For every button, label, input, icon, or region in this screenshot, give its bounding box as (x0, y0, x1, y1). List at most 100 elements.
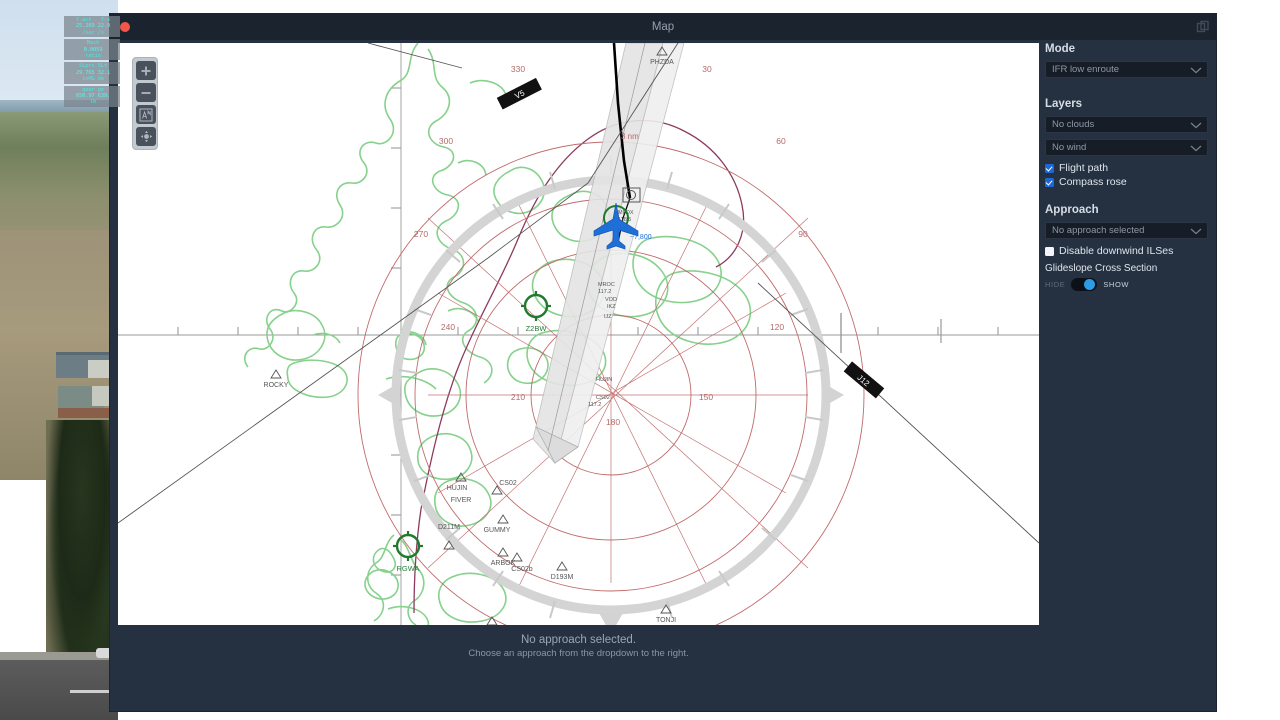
instrument-value: 0.0059 (83, 46, 103, 53)
approach-header: Approach (1045, 204, 1099, 216)
svg-text:ROCKY: ROCKY (264, 382, 289, 389)
svg-text:120: 120 (770, 322, 784, 332)
svg-text:180: 180 (606, 417, 620, 427)
vor-label: Z2BW (526, 324, 548, 333)
instrument-readout: f-act f-s 25.269 22.9 /sec /s Mach 0.005… (64, 16, 120, 109)
chevron-down-icon (1190, 145, 1202, 152)
svg-text:CS02: CS02 (499, 480, 517, 487)
chevron-down-icon (1190, 122, 1202, 129)
disable-ils-checkbox-row[interactable]: Disable downwind ILSes (1045, 245, 1208, 257)
flight-path-checkbox-row[interactable]: Flight path (1045, 162, 1208, 174)
minus-icon (141, 91, 151, 94)
resize-window-icon[interactable] (1196, 20, 1210, 34)
map-tools[interactable] (132, 57, 158, 150)
svg-text:PHZDA: PHZDA (650, 59, 674, 66)
instrument-label: gear (82, 86, 95, 93)
instrument-unit: ratio (85, 53, 101, 60)
svg-text:117.2: 117.2 (588, 402, 601, 408)
svg-text:270: 270 (414, 229, 428, 239)
svg-text:D211M: D211M (438, 524, 460, 531)
mode-header: Mode (1045, 43, 1076, 55)
instrument-unit: lb (89, 99, 97, 106)
aircraft-altitude-label: ~7,800 (630, 234, 652, 241)
approach-status-message: No approach selected. Choose an approach… (118, 634, 1039, 659)
svg-text:GUMMY: GUMMY (484, 527, 511, 534)
instrument-unit: /sec (82, 29, 95, 36)
instrument-value: 22.9 (97, 23, 111, 30)
map-canvas[interactable]: V5 J12 30 60 90 120 150 180 210 240 270 … (118, 43, 1039, 625)
approach-status-line1: No approach selected. (520, 634, 637, 646)
map-graphics: V5 J12 30 60 90 120 150 180 210 240 270 … (118, 43, 1039, 625)
instrument-unit: de (97, 76, 104, 83)
svg-text:117.2: 117.2 (598, 289, 611, 295)
svg-text:CS02: CS02 (596, 395, 610, 401)
center-aircraft-button[interactable] (136, 127, 156, 146)
instrument-value: 650.97 (75, 93, 95, 100)
instrument-row-fuel: f-act f-s 25.269 22.9 /sec /s (64, 16, 120, 38)
glideslope-toggle-row[interactable]: HIDE SHOW (1045, 278, 1208, 291)
range-ring-label: 3 nm (621, 132, 639, 141)
instrument-value: 29.765 (75, 69, 95, 76)
svg-text:TONJI: TONJI (656, 617, 676, 624)
svg-text:30: 30 (702, 64, 712, 74)
instrument-value: 32.1 (97, 69, 111, 76)
toggle-hide-label: HIDE (1045, 280, 1066, 289)
zoom-out-button[interactable] (136, 83, 156, 102)
instrument-value: 639. (97, 93, 111, 100)
glideslope-header: Glideslope Cross Section (1045, 263, 1158, 274)
svg-text:HUJIN: HUJIN (447, 485, 468, 492)
disable-ils-checkbox[interactable] (1045, 246, 1054, 256)
compass-rose-checkbox[interactable] (1045, 177, 1054, 187)
mode-dropdown-value: IFR low enroute (1052, 64, 1120, 75)
svg-text:MROC: MROC (598, 282, 615, 288)
instrument-label: SLprs (78, 63, 95, 70)
wind-dropdown[interactable]: No wind (1045, 139, 1208, 156)
window-titlebar[interactable]: Map (110, 14, 1216, 40)
compass-rose-checkbox-row[interactable]: Compass rose (1045, 176, 1208, 188)
toggle-knob (1084, 279, 1096, 290)
approach-dropdown[interactable]: No approach selected (1045, 222, 1208, 239)
svg-text:FIVER: FIVER (451, 497, 472, 504)
svg-text:210: 210 (511, 392, 525, 402)
instrument-unit: inHG (82, 76, 95, 83)
approach-dropdown-value: No approach selected (1052, 225, 1145, 236)
svg-text:240: 240 (441, 322, 455, 332)
scenery-trees (46, 420, 118, 660)
flight-path-checkbox[interactable] (1045, 163, 1054, 173)
svg-text:330: 330 (511, 64, 525, 74)
chevron-down-icon (1190, 228, 1202, 235)
wind-dropdown-value: No wind (1052, 142, 1087, 153)
svg-text:150: 150 (699, 392, 713, 402)
crosshair-target-icon (140, 130, 152, 143)
scenery-wall (58, 408, 118, 418)
scenery-road-marking (70, 690, 110, 693)
clouds-dropdown-value: No clouds (1052, 119, 1095, 130)
approach-status-line2: Choose an approach from the dropdown to … (468, 648, 689, 659)
instrument-row-pressure: SLprs SLt 29.765 32.1 inHG de (64, 62, 120, 84)
north-up-icon (139, 108, 153, 121)
svg-text:300: 300 (439, 136, 453, 146)
mode-dropdown[interactable]: IFR low enroute (1045, 61, 1208, 78)
svg-text:IJZ: IJZ (604, 314, 612, 320)
svg-text:D193M: D193M (551, 574, 574, 581)
vor-label: RGWA (396, 564, 419, 573)
svg-text:90: 90 (798, 229, 808, 239)
clouds-dropdown[interactable]: No clouds (1045, 116, 1208, 133)
map-settings-panel: Mode IFR low enroute Layers No clouds No… (1045, 43, 1208, 643)
svg-text:HUJIN: HUJIN (596, 377, 612, 383)
north-up-button[interactable] (136, 105, 156, 124)
svg-text:VOD: VOD (605, 297, 617, 303)
plus-icon (141, 66, 151, 75)
svg-text:CS02b: CS02b (511, 566, 533, 573)
glideslope-toggle[interactable] (1071, 278, 1098, 291)
svg-text:IKZ: IKZ (607, 304, 616, 310)
instrument-label: Mach (86, 40, 100, 47)
zoom-in-button[interactable] (136, 61, 156, 80)
window-title: Map (651, 21, 675, 33)
instrument-unit: /s (97, 29, 104, 36)
instrument-row-mach: Mach 0.0059 ratio (64, 39, 120, 61)
toggle-show-label: SHOW (1103, 280, 1130, 289)
svg-text:60: 60 (776, 136, 786, 146)
